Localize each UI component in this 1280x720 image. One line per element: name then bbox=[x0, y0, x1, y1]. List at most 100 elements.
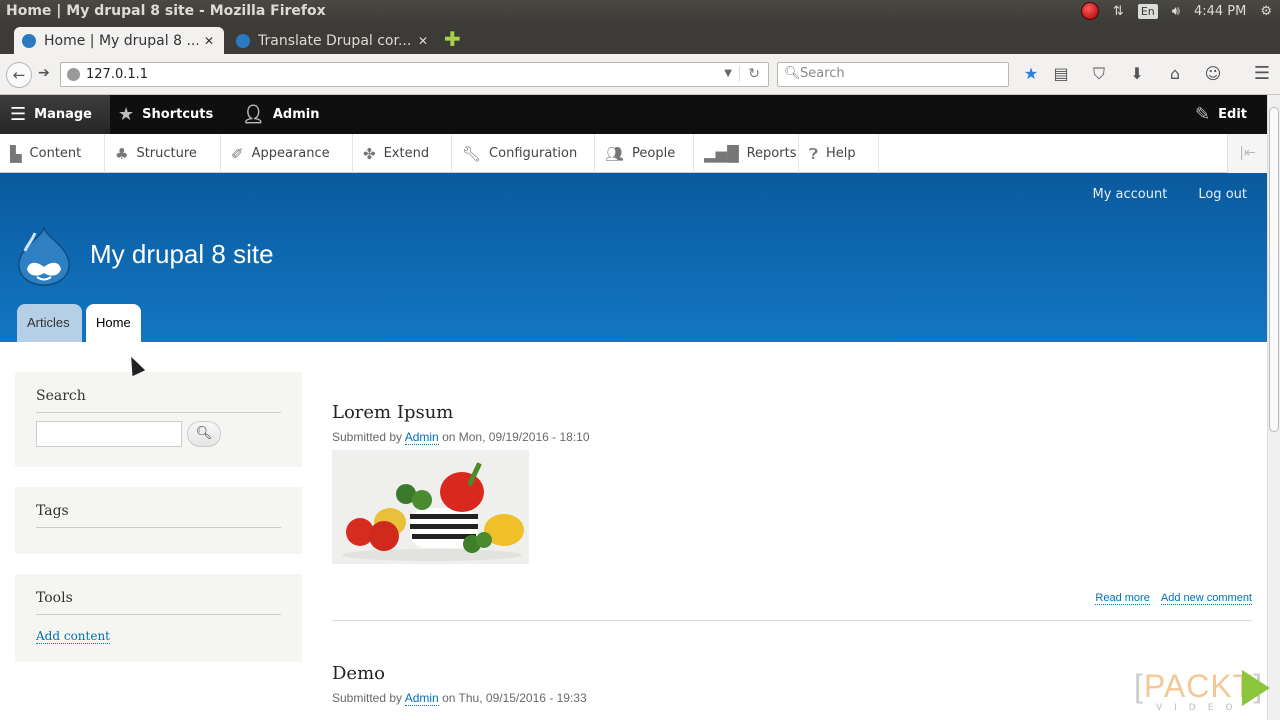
sidebar: Search 🔍︎ Tags Tools Add content bbox=[15, 372, 302, 682]
log-out-link[interactable]: Log out bbox=[1198, 187, 1247, 202]
brush-icon: ✐ bbox=[231, 144, 244, 163]
my-account-link[interactable]: My account bbox=[1093, 187, 1168, 202]
play-icon bbox=[1242, 670, 1270, 706]
navigation-bar: ← ➔ 127.0.1.1 ▼ ↻ 🔍︎ ★ ▤ ⛉ ⬇ ⌂ ☺ ☰ bbox=[0, 54, 1280, 95]
url-text[interactable]: 127.0.1.1 bbox=[86, 67, 148, 82]
search-icon: 🔍︎ bbox=[784, 66, 801, 81]
vegetables-bowl-image[interactable] bbox=[332, 450, 529, 564]
author-link[interactable]: Admin bbox=[404, 691, 439, 706]
packt-watermark: [PACKT] VIDEO bbox=[1134, 668, 1274, 713]
tray-item-content[interactable]: ▙ Content bbox=[0, 134, 105, 173]
drupal-favicon-icon bbox=[236, 33, 250, 48]
node-title[interactable]: Demo bbox=[332, 663, 1252, 684]
close-icon[interactable]: ✕ bbox=[418, 34, 428, 48]
tab-label: Home | My drupal 8 ... bbox=[44, 32, 198, 49]
bookmark-star-icon[interactable]: ★ bbox=[1020, 64, 1042, 84]
tray-label: Structure bbox=[136, 146, 197, 161]
watermark-brand-text: PACKT bbox=[1143, 668, 1254, 704]
pencil-icon: ✎ bbox=[1195, 104, 1211, 125]
toolbar-shortcuts[interactable]: ★ Shortcuts bbox=[118, 95, 213, 134]
node-article: Lorem Ipsum Submitted by Admin on Mon, 0… bbox=[332, 402, 1252, 621]
tray-item-help[interactable]: ❓︎ Help bbox=[799, 134, 879, 173]
drupal-admin-tray: ▙ Content ♣ Structure ✐ Appearance ✤ Ext… bbox=[0, 134, 1267, 173]
collapse-tray-icon[interactable]: |⇤ bbox=[1227, 134, 1267, 173]
watermark-sub: VIDEO bbox=[1156, 703, 1245, 713]
author-link[interactable]: Admin bbox=[404, 430, 439, 445]
os-titlebar: Home | My drupal 8 site - Mozilla Firefo… bbox=[0, 0, 1280, 24]
new-tab-icon[interactable]: ✚ bbox=[444, 29, 461, 49]
drupal-favicon-icon bbox=[22, 33, 36, 48]
browser-search[interactable]: 🔍︎ bbox=[777, 62, 1009, 87]
people-icon: 👥︎ bbox=[605, 144, 625, 163]
read-more-link[interactable]: Read more bbox=[1095, 592, 1150, 605]
submitted-date: on Thu, 09/15/2016 - 19:33 bbox=[442, 691, 587, 705]
search-block-title: Search bbox=[36, 388, 281, 413]
tags-block-title: Tags bbox=[36, 503, 281, 528]
tray-label: Content bbox=[29, 146, 82, 161]
search-submit-button[interactable]: 🔍︎ bbox=[187, 421, 221, 447]
node-divider bbox=[332, 620, 1252, 621]
browser-toolbar-icons: ★ ▤ ⛉ ⬇ ⌂ ☺ bbox=[1020, 64, 1232, 84]
pocket-icon[interactable]: ⛉ bbox=[1080, 64, 1118, 84]
toolbar-edit-label: Edit bbox=[1218, 107, 1247, 122]
forward-button[interactable]: ➔ bbox=[38, 65, 50, 81]
tray-label: Configuration bbox=[489, 146, 578, 161]
back-button[interactable]: ← bbox=[6, 62, 32, 88]
browser-search-input[interactable] bbox=[800, 66, 1000, 81]
site-header: My account Log out My drupal 8 site Arti… bbox=[0, 173, 1267, 342]
keyboard-icon[interactable]: En bbox=[1137, 3, 1158, 19]
clock[interactable]: 4:44 PM bbox=[1194, 4, 1246, 19]
tab-articles[interactable]: Articles bbox=[17, 304, 82, 342]
globe-icon bbox=[67, 68, 80, 81]
drupal-admin-toolbar: ☰ Manage ★ Shortcuts 👤︎ Admin ✎ Edit bbox=[0, 95, 1267, 134]
submitted-prefix: Submitted by bbox=[332, 691, 403, 705]
search-icon: 🔍︎ bbox=[195, 426, 213, 441]
site-name[interactable]: My drupal 8 site bbox=[90, 239, 274, 270]
submitted-date: on Mon, 09/19/2016 - 18:10 bbox=[442, 430, 590, 444]
close-icon[interactable]: ✕ bbox=[204, 34, 214, 48]
tray-item-extend[interactable]: ✤ Extend bbox=[353, 134, 452, 173]
tray-item-structure[interactable]: ♣ Structure bbox=[105, 134, 221, 173]
reload-icon[interactable]: ↻ bbox=[739, 66, 760, 82]
hello-icon[interactable]: ☺ bbox=[1194, 64, 1232, 84]
toolbar-user[interactable]: 👤︎ Admin bbox=[242, 95, 319, 134]
tab-home[interactable]: Home bbox=[86, 304, 141, 342]
tray-item-people[interactable]: 👥︎ People bbox=[595, 134, 694, 173]
primary-tabs: Articles Home bbox=[17, 304, 141, 342]
sidebar-search-input[interactable] bbox=[36, 421, 182, 447]
file-icon: ▙ bbox=[10, 144, 22, 163]
url-bar[interactable]: 127.0.1.1 ▼ ↻ bbox=[60, 62, 769, 87]
tray-item-reports[interactable]: ▂▅█ Reports bbox=[694, 134, 799, 173]
node-title[interactable]: Lorem Ipsum bbox=[332, 402, 1252, 423]
browser-tab-translate[interactable]: Translate Drupal cor... ✕ bbox=[228, 27, 438, 54]
tray-item-appearance[interactable]: ✐ Appearance bbox=[221, 134, 353, 173]
volume-icon[interactable]: 🔊︎ bbox=[1172, 4, 1180, 19]
page-scrollbar[interactable] bbox=[1267, 95, 1280, 720]
vegetables-illustration bbox=[332, 450, 529, 564]
history-dropdown-icon[interactable]: ▼ bbox=[724, 68, 732, 79]
menu-icon[interactable]: ☰ bbox=[1254, 63, 1270, 84]
drupal-logo[interactable] bbox=[15, 225, 73, 287]
tab-strip: Home | My drupal 8 ... ✕ Translate Drupa… bbox=[0, 24, 1280, 54]
add-content-link[interactable]: Add content bbox=[36, 629, 110, 644]
scrollbar-thumb[interactable] bbox=[1269, 107, 1279, 432]
download-icon[interactable]: ⬇ bbox=[1118, 64, 1156, 84]
secondary-menu: My account Log out bbox=[1093, 187, 1248, 202]
bar-chart-icon: ▂▅█ bbox=[704, 144, 739, 163]
tray-label: Extend bbox=[383, 146, 430, 161]
toolbar-manage[interactable]: ☰ Manage bbox=[0, 95, 110, 134]
browser-tab-home[interactable]: Home | My drupal 8 ... ✕ bbox=[14, 27, 224, 54]
reading-list-icon[interactable]: ▤ bbox=[1042, 64, 1080, 84]
tray-item-configuration[interactable]: 🔧︎ Configuration bbox=[452, 134, 595, 173]
toolbar-shortcuts-label: Shortcuts bbox=[142, 107, 214, 122]
wrench-icon: 🔧︎ bbox=[462, 144, 482, 163]
network-icon[interactable]: ⇅ bbox=[1113, 4, 1124, 19]
add-comment-link[interactable]: Add new comment bbox=[1160, 592, 1252, 605]
home-icon[interactable]: ⌂ bbox=[1156, 64, 1194, 84]
power-icon[interactable]: ⚙ bbox=[1260, 4, 1272, 19]
submitted-prefix: Submitted by bbox=[332, 430, 403, 444]
record-icon[interactable] bbox=[1080, 2, 1099, 20]
toolbar-edit[interactable]: ✎ Edit bbox=[1195, 95, 1247, 134]
hamburger-icon: ☰ bbox=[10, 104, 27, 125]
puzzle-icon: ✤ bbox=[363, 144, 376, 163]
